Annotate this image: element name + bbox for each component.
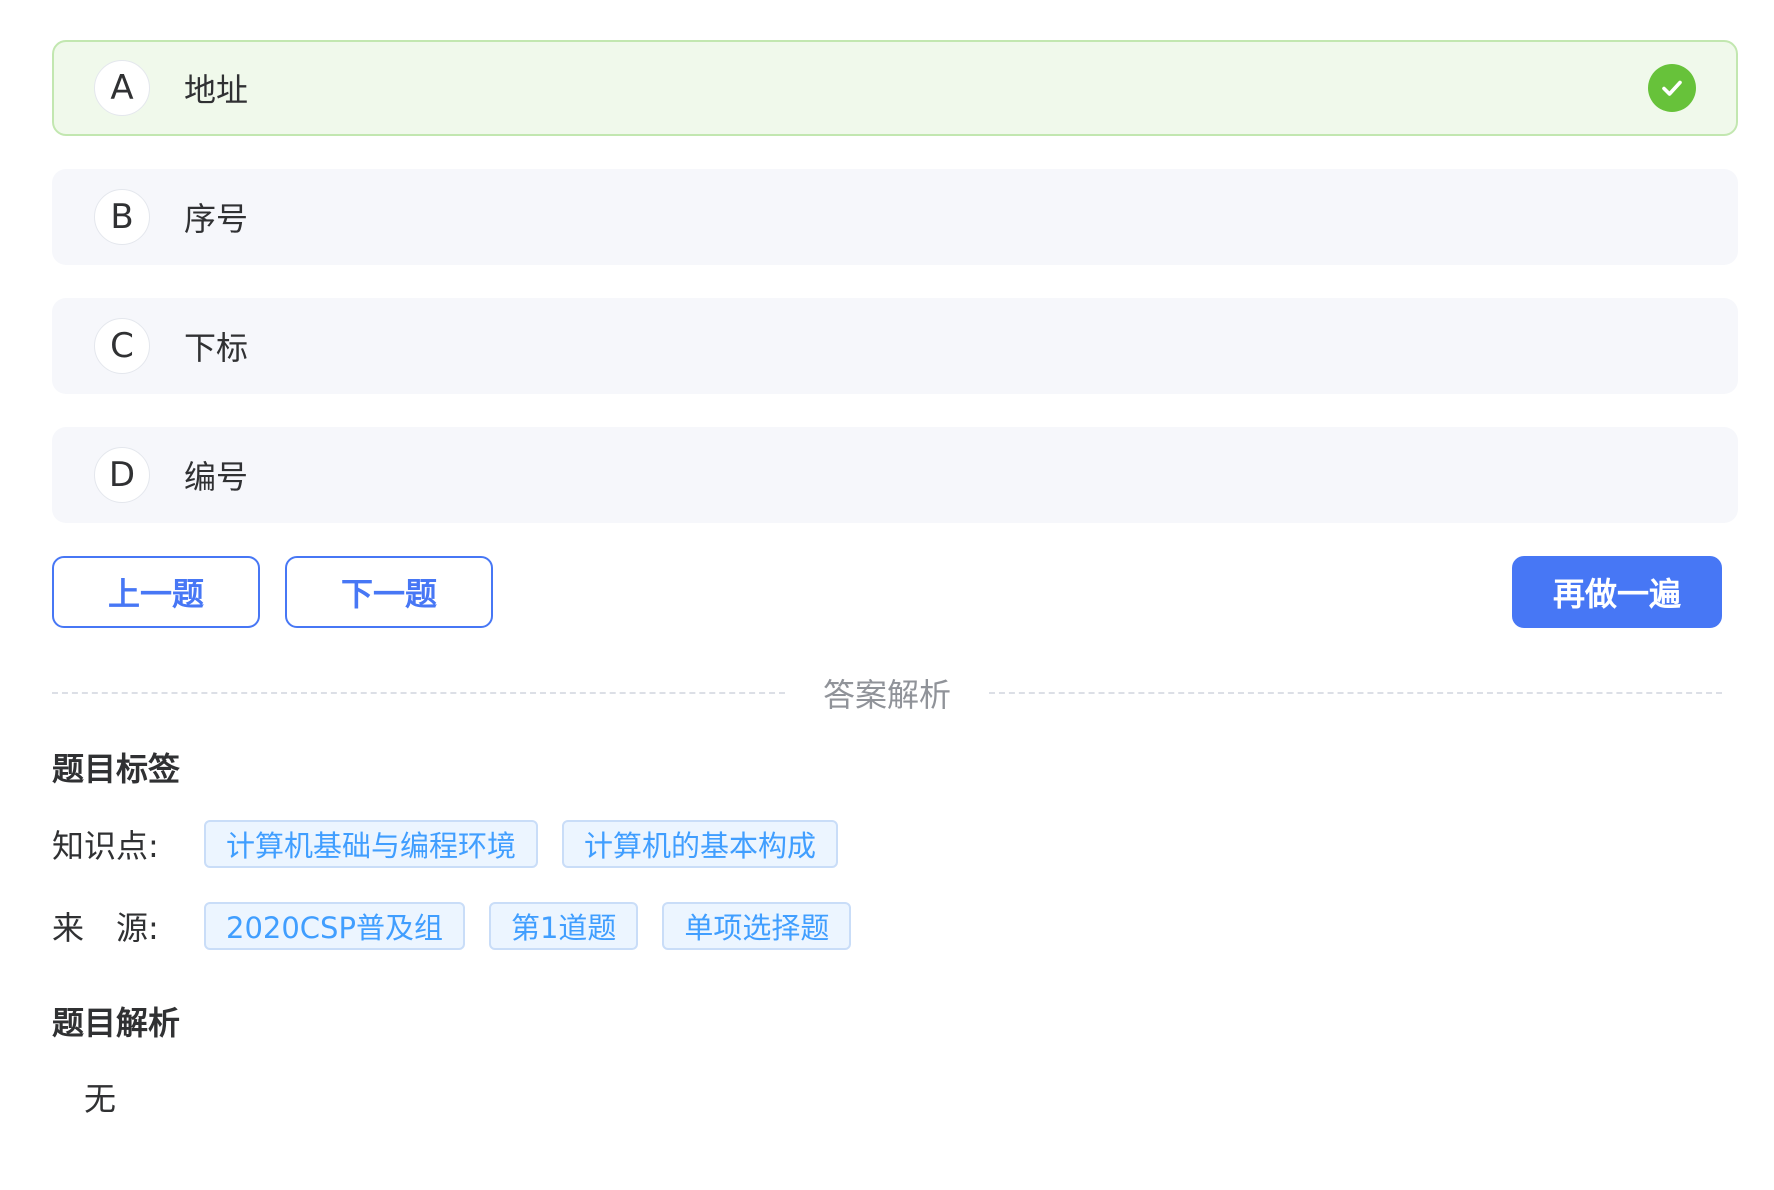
source-label: 来 源: <box>52 909 159 947</box>
option-b[interactable]: B 序号 <box>52 169 1738 265</box>
option-text: 编号 <box>184 458 249 496</box>
option-text: 下标 <box>184 329 249 367</box>
divider-label: 答案解析 <box>823 676 952 714</box>
tags-section-title: 题目标签 <box>52 750 181 788</box>
divider-line-right <box>989 692 1723 694</box>
option-letter: D <box>94 447 150 503</box>
option-d[interactable]: D 编号 <box>52 427 1738 523</box>
option-letter: C <box>94 318 150 374</box>
prev-question-button[interactable]: 上一题 <box>52 556 260 628</box>
analysis-content: 无 <box>84 1080 117 1118</box>
redo-button[interactable]: 再做一遍 <box>1512 556 1722 628</box>
source-tags-row: 来 源: 2020CSP普及组 第1道题 单项选择题 <box>52 902 1722 950</box>
knowledge-label: 知识点: <box>52 827 159 865</box>
knowledge-tag[interactable]: 计算机的基本构成 <box>562 820 839 868</box>
knowledge-tags-row: 知识点: 计算机基础与编程环境 计算机的基本构成 <box>52 820 1722 868</box>
action-buttons: 上一题 下一题 再做一遍 <box>52 556 1722 628</box>
divider-line-left <box>52 692 785 694</box>
knowledge-tag[interactable]: 计算机基础与编程环境 <box>204 820 539 868</box>
option-text: 地址 <box>184 71 249 109</box>
option-a[interactable]: A 地址 <box>52 40 1738 136</box>
option-letter: B <box>94 189 150 245</box>
option-text: 序号 <box>184 200 249 238</box>
options-list: A 地址 B 序号 C 下标 D 编号 <box>52 40 1738 523</box>
source-tag[interactable]: 单项选择题 <box>662 902 852 950</box>
option-c[interactable]: C 下标 <box>52 298 1738 394</box>
source-tag[interactable]: 2020CSP普及组 <box>204 902 465 950</box>
check-circle-icon <box>1648 64 1696 112</box>
question-page: A 地址 B 序号 C 下标 D 编号 上一题 下一题 再做一遍 答案解析 题目… <box>0 0 1774 1190</box>
answer-analysis-divider: 答案解析 <box>52 670 1723 716</box>
option-letter: A <box>94 60 150 116</box>
analysis-section-title: 题目解析 <box>52 1004 181 1042</box>
next-question-button[interactable]: 下一题 <box>285 556 493 628</box>
source-tag[interactable]: 第1道题 <box>488 902 639 950</box>
